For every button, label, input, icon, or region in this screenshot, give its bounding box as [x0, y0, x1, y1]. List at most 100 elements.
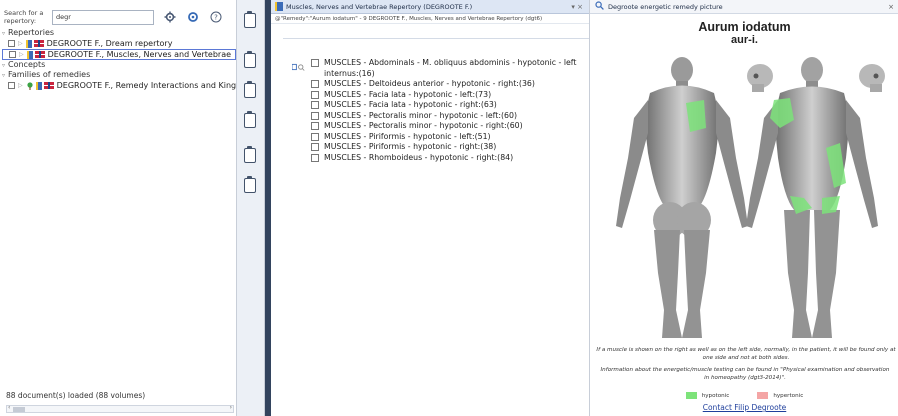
repertory-book-icon	[275, 2, 283, 11]
rubric-text: MUSCLES - Deltoideus anterior - hypotoni…	[324, 79, 535, 88]
clipboard-strip	[237, 0, 265, 416]
contact-link[interactable]: Contact Filip Degroote	[590, 403, 898, 412]
settings-icon[interactable]	[163, 10, 177, 24]
clipboard-icon[interactable]	[244, 176, 256, 193]
tree-item-muscles-nerves-vertebrae[interactable]: ▷ DEGROOTE F., Muscles, Nerves and Verte…	[2, 49, 236, 60]
clipboard-icon[interactable]	[244, 81, 256, 98]
rubric-text: MUSCLES - Pectoralis minor - hypotonic -…	[324, 110, 517, 120]
book-icon	[25, 39, 32, 48]
divider	[283, 38, 589, 39]
rubric-checkbox[interactable]	[311, 90, 319, 99]
item-checkbox[interactable]	[9, 51, 16, 58]
rubric-row[interactable]: MUSCLES - Facia lata - hypotonic - right…	[291, 100, 581, 111]
remedy-abbreviation: aur-i.	[731, 34, 758, 46]
item-label: DEGROOTE F., Remedy Interactions and Kin…	[56, 81, 236, 90]
note-testing-info: Information about the energetic/muscle t…	[600, 367, 890, 381]
clipboard-icon[interactable]	[244, 11, 256, 28]
status-text: 88 document(s) loaded (88 volumes)	[6, 391, 146, 400]
search-input[interactable]: degr	[52, 9, 154, 25]
clipboard-icon[interactable]	[244, 51, 256, 68]
rubric-checkbox[interactable]	[311, 101, 319, 109]
search-label: Search for a repertory:	[4, 9, 44, 25]
svg-text:?: ?	[214, 14, 218, 22]
rubric-row[interactable]: MUSCLES - Abdominals - M. obliquus abdom…	[291, 58, 581, 79]
rubric-checkbox[interactable]	[311, 143, 319, 151]
muscle-anatomy-illustration	[616, 57, 885, 338]
flag-icon	[34, 51, 45, 58]
group-repertories[interactable]: ▿ Repertories	[2, 28, 236, 38]
remedy-name: Aurum iodatum	[698, 20, 791, 34]
tab-controls[interactable]: ▾ ×	[571, 3, 583, 11]
rubric-checkbox[interactable]	[311, 111, 319, 120]
book-icon	[35, 81, 42, 90]
skull-illustration-right	[859, 64, 885, 92]
back-view-figure	[616, 57, 748, 338]
item-checkbox[interactable]	[8, 82, 15, 89]
legend-hypertonic: hypertonic	[757, 392, 803, 399]
rubric-checkbox[interactable]	[311, 153, 319, 162]
remedy-picture-tab[interactable]: Degroote energetic remedy picture ×	[590, 0, 898, 14]
rubric-row[interactable]: MUSCLES - Deltoideus anterior - hypotoni…	[291, 79, 581, 90]
group-label: Concepts	[8, 60, 46, 69]
clipboard-icon[interactable]	[244, 146, 256, 163]
legend-label: hypotonic	[701, 392, 730, 399]
legend: hypotonic hypertonic	[590, 392, 898, 399]
group-families[interactable]: ▿ Families of remedies	[2, 70, 236, 80]
flag-icon	[33, 40, 44, 47]
rubric-row[interactable]: MUSCLES - Piriformis - hypotonic - right…	[291, 142, 581, 153]
legend-swatch-hypotonic	[685, 392, 697, 399]
search-icon	[595, 1, 604, 12]
rubric-row[interactable]: MUSCLES - Pectoralis minor - hypotonic -…	[291, 111, 581, 122]
legend-label: hypertonic	[773, 392, 804, 399]
expand-arrow-icon[interactable]: ▷	[18, 80, 23, 91]
horizontal-scrollbar[interactable]: ‹ ›	[6, 404, 234, 413]
scroll-left-icon[interactable]: ‹	[8, 404, 10, 411]
tree-item-remedy-interactions[interactable]: ▷ DEGROOTE F., Remedy Interactions and K…	[2, 80, 236, 91]
close-icon[interactable]: ×	[888, 3, 894, 11]
rubric-text: MUSCLES - Pectoralis minor - hypotonic -…	[324, 121, 523, 130]
rubric-text: MUSCLES - Abdominals - M. obliquus abdom…	[324, 58, 577, 78]
rubric-row[interactable]: MUSCLES - Pectoralis minor - hypotonic -…	[291, 121, 581, 132]
scroll-right-icon[interactable]: ›	[230, 404, 232, 411]
item-checkbox[interactable]	[8, 40, 15, 47]
rubric-text: MUSCLES - Piriformis - hypotonic - left:…	[324, 131, 491, 141]
rubric-text: MUSCLES - Piriformis - hypotonic - right…	[324, 142, 497, 151]
rubrics-panel: Muscles, Nerves and Vertebrae Repertory …	[271, 0, 589, 416]
expand-arrow-icon[interactable]: ▷	[18, 38, 23, 49]
legend-hypotonic: hypotonic	[685, 392, 730, 399]
rubric-checkbox[interactable]	[311, 59, 319, 67]
front-view-figure	[746, 57, 878, 338]
rubric-row[interactable]: MUSCLES - Piriformis - hypotonic - left:…	[291, 132, 581, 143]
remedy-picture-panel: Degroote energetic remedy picture × Auru…	[589, 0, 898, 416]
rubric-checkbox[interactable]	[311, 132, 319, 141]
scrollbar-thumb[interactable]	[13, 407, 25, 412]
clipboard-icon[interactable]	[244, 111, 256, 128]
tree-item-dream-repertory[interactable]: ▷ DEGROOTE F., Dream repertory	[2, 38, 236, 49]
item-label: DEGROOTE F., Muscles, Nerves and Vertebr…	[47, 50, 232, 59]
rubric-text: MUSCLES - Facia lata - hypotonic - right…	[324, 100, 497, 109]
rubric-checkbox[interactable]	[311, 122, 319, 130]
refresh-icon[interactable]	[186, 10, 200, 24]
group-concepts[interactable]: ▿ Concepts	[2, 60, 236, 70]
rubric-text: MUSCLES - Rhomboideus - hypotonic - righ…	[324, 152, 514, 162]
item-label: DEGROOTE F., Dream repertory	[46, 39, 173, 48]
search-row: Search for a repertory: degr ?	[4, 8, 234, 26]
rubrics-tab-title: Muscles, Nerves and Vertebrae Repertory …	[286, 2, 473, 11]
group-label: Families of remedies	[8, 70, 91, 79]
rubric-row[interactable]: MUSCLES - Rhomboideus - hypotonic - righ…	[291, 153, 581, 164]
rubric-checkbox[interactable]	[311, 80, 319, 88]
tree-plant-icon	[26, 81, 34, 90]
help-icon[interactable]: ?	[209, 10, 223, 24]
repertory-panel: Search for a repertory: degr ? ▿ Repertor…	[0, 0, 237, 416]
flag-icon	[43, 82, 54, 89]
note-sides: If a muscle is shown on the right as wel…	[596, 347, 896, 361]
legend-swatch-hypertonic	[757, 392, 769, 399]
expand-arrow-icon[interactable]: ▷	[19, 50, 24, 59]
group-label: Repertories	[8, 28, 55, 37]
rubric-list: MUSCLES - Abdominals - M. obliquus abdom…	[291, 58, 581, 163]
book-icon	[26, 50, 33, 59]
rubric-row[interactable]: MUSCLES - Facia lata - hypotonic - left:…	[291, 90, 581, 101]
rubrics-tab[interactable]: Muscles, Nerves and Vertebrae Repertory …	[271, 0, 589, 14]
query-line: @"Remedy":"Aurum iodatum" - 9 DEGROOTE F…	[271, 14, 589, 24]
rubric-text: MUSCLES - Facia lata - hypotonic - left:…	[324, 89, 492, 99]
